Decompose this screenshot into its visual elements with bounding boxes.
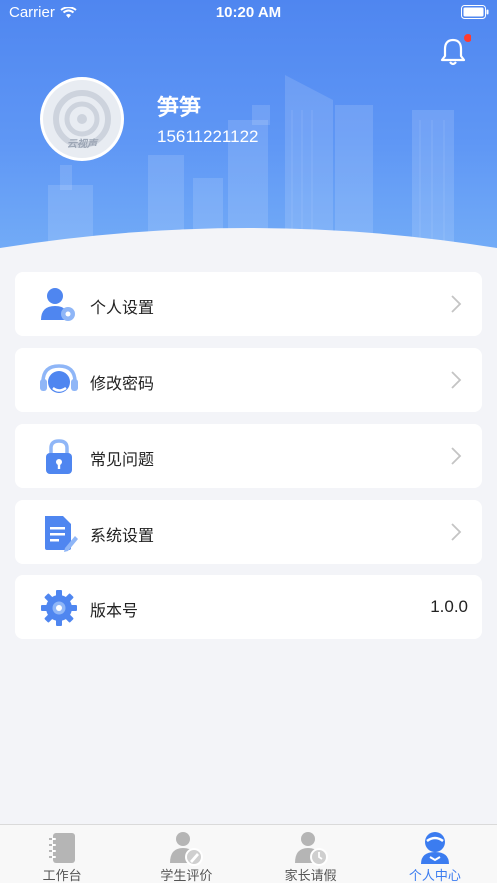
chevron-right-icon — [451, 523, 462, 541]
battery-icon — [461, 5, 489, 19]
menu-item-personal-settings[interactable]: 个人设置 — [15, 272, 482, 336]
tab-label: 家长请假 — [284, 868, 337, 883]
phone-number: 15611221122 — [157, 127, 259, 146]
tab-parent-leave[interactable]: 家长请假 — [249, 825, 373, 883]
headset-icon — [40, 364, 78, 393]
menu-label: 版本号 — [90, 603, 139, 620]
header-curve — [0, 228, 497, 260]
tab-personal-center[interactable]: 个人中心 — [373, 825, 497, 883]
username: 笋笋 — [157, 95, 202, 120]
menu-item-system-settings[interactable]: 系统设置 — [15, 500, 482, 564]
user-center-icon — [420, 832, 449, 864]
tab-label: 工作台 — [42, 868, 82, 883]
chevron-right-icon — [451, 295, 462, 313]
menu-label: 修改密码 — [90, 376, 155, 393]
tab-label: 个人中心 — [408, 868, 461, 883]
lock-icon — [46, 439, 72, 474]
menu-item-version: 版本号 1.0.0 — [15, 575, 482, 639]
user-clock-icon — [294, 832, 328, 866]
document-edit-icon — [45, 516, 78, 552]
status-bar: Carrier 10:20 AM — [0, 0, 497, 26]
user-settings-icon — [41, 288, 75, 321]
tab-label: 学生评价 — [160, 868, 213, 883]
avatar-brand: 云视声 — [67, 139, 97, 150]
chevron-right-icon — [451, 371, 462, 389]
avatar[interactable]: 云视声 — [40, 77, 124, 161]
notification-bell-icon[interactable] — [437, 34, 471, 68]
tab-student-evaluation[interactable]: 学生评价 — [124, 825, 248, 883]
chevron-right-icon — [451, 447, 462, 465]
clock: 10:20 AM — [215, 4, 282, 21]
menu-item-faq[interactable]: 常见问题 — [15, 424, 482, 488]
tab-bar: 工作台 学生评价 家长请假 个人中心 — [0, 824, 497, 883]
menu-item-change-password[interactable]: 修改密码 — [15, 348, 482, 412]
menu-label: 个人设置 — [90, 300, 155, 317]
notebook-icon — [49, 833, 76, 863]
menu-label: 系统设置 — [90, 528, 155, 545]
version-value: 1.0.0 — [430, 597, 468, 616]
user-edit-icon — [170, 832, 204, 866]
gear-icon — [41, 590, 77, 626]
menu-label: 常见问题 — [90, 452, 155, 469]
tab-workbench[interactable]: 工作台 — [0, 825, 124, 883]
notification-badge — [464, 34, 471, 42]
